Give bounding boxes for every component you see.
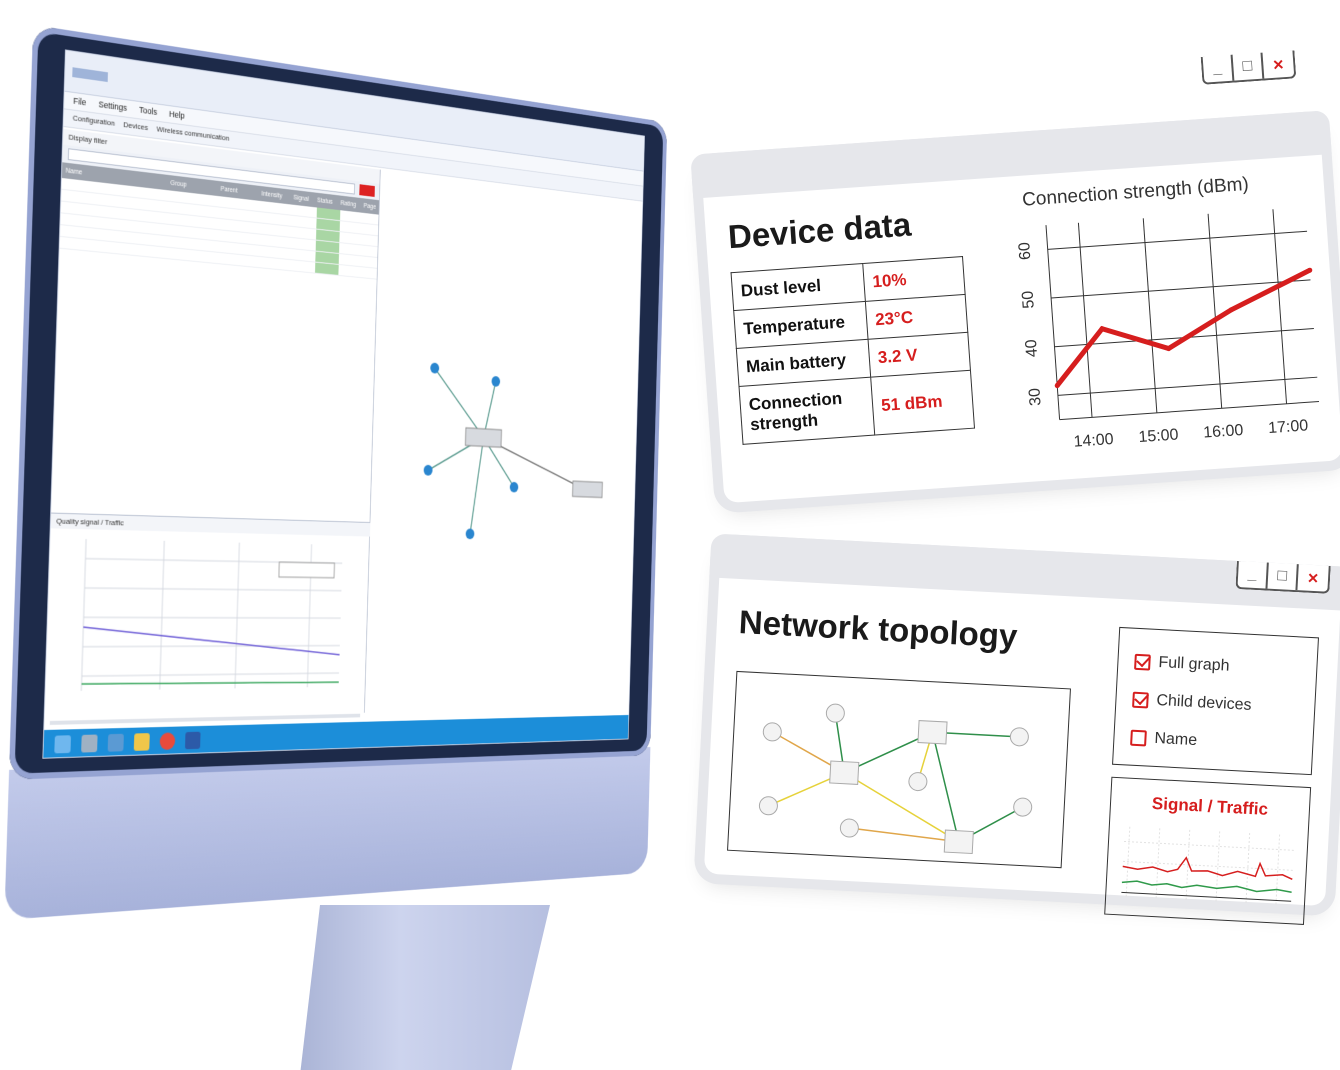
y-axis bbox=[1045, 225, 1061, 420]
topology-gateway-node[interactable] bbox=[465, 428, 501, 448]
device-data-window: _ □ × Device data Dust level 10% Tempera… bbox=[690, 50, 1340, 504]
option-label: Child devices bbox=[1156, 691, 1252, 714]
grid-line-vertical bbox=[1077, 222, 1093, 418]
topology-diagram bbox=[727, 670, 1071, 869]
app-quick-icons[interactable] bbox=[72, 66, 108, 82]
topology-sensor-node[interactable] bbox=[825, 703, 845, 723]
topology-graph bbox=[423, 362, 644, 540]
taskbar-app-icon[interactable] bbox=[107, 733, 124, 752]
folder-icon[interactable] bbox=[133, 733, 150, 751]
y-tick-label: 30 bbox=[1026, 387, 1044, 406]
menu-help[interactable]: Help bbox=[169, 109, 185, 122]
maximize-icon[interactable]: □ bbox=[1267, 562, 1299, 591]
network-topology-window: _ □ × Network topology Full graph Child … bbox=[703, 533, 1340, 925]
close-icon[interactable]: × bbox=[1262, 50, 1294, 78]
topology-sensor-node[interactable] bbox=[908, 772, 928, 792]
x-tick-label: 15:00 bbox=[1138, 426, 1179, 446]
topology-node[interactable] bbox=[423, 464, 433, 476]
grid-header-status[interactable]: Status bbox=[317, 197, 341, 206]
topology-sensor-node[interactable] bbox=[1013, 797, 1033, 817]
grid-line-horizontal bbox=[1057, 376, 1318, 396]
browser-icon[interactable] bbox=[159, 732, 176, 751]
signal-traffic-sparkline bbox=[1121, 826, 1294, 905]
x-tick-label: 16:00 bbox=[1203, 422, 1244, 442]
checkbox-icon[interactable] bbox=[1134, 653, 1151, 671]
x-tick-label: 17:00 bbox=[1268, 417, 1309, 437]
x-axis bbox=[1059, 401, 1320, 421]
grid-header-rating[interactable]: Rating bbox=[340, 200, 363, 209]
grid-header-group[interactable]: Group bbox=[170, 180, 220, 193]
y-tick-label: 40 bbox=[1023, 339, 1041, 358]
topology-hub-node[interactable] bbox=[829, 760, 860, 785]
menu-file[interactable]: File bbox=[73, 96, 86, 108]
topology-node[interactable] bbox=[509, 481, 519, 493]
topology-router-node[interactable] bbox=[572, 481, 602, 498]
device-data-table: Dust level 10% Temperature 23°C Main bat… bbox=[731, 256, 976, 445]
grid-line-vertical bbox=[1207, 213, 1223, 409]
taskbar-app-icon[interactable] bbox=[81, 734, 98, 753]
maximize-icon[interactable]: □ bbox=[1232, 52, 1265, 81]
topology-sensor-node[interactable] bbox=[758, 796, 778, 816]
signal-chart-pane: Quality signal / Traffic bbox=[44, 512, 371, 711]
topology-node[interactable] bbox=[465, 528, 475, 540]
topology-hub-node[interactable] bbox=[917, 720, 948, 745]
window-controls: _ □ × bbox=[1235, 560, 1331, 594]
topology-sensor-node[interactable] bbox=[839, 818, 859, 838]
topology-diagram-svg bbox=[758, 703, 1033, 855]
x-tick-label: 14:00 bbox=[1073, 431, 1114, 451]
signal-traffic-box: Signal / Traffic bbox=[1104, 776, 1312, 925]
topology-sensor-node[interactable] bbox=[762, 722, 782, 742]
topology-node[interactable] bbox=[491, 375, 501, 387]
search-go-button[interactable] bbox=[359, 184, 375, 197]
signal-chart-plot bbox=[45, 528, 370, 706]
y-tick-label: 50 bbox=[1020, 290, 1038, 309]
checkbox-icon[interactable] bbox=[1132, 691, 1149, 709]
toolbar-configuration[interactable]: Configuration bbox=[73, 113, 115, 129]
option-name[interactable]: Name bbox=[1129, 719, 1297, 766]
device-data-title: Device data bbox=[726, 205, 913, 256]
topology-view-pane bbox=[365, 170, 644, 713]
option-label: Name bbox=[1154, 729, 1198, 750]
menu-settings[interactable]: Settings bbox=[98, 99, 127, 114]
toolbar-devices[interactable]: Devices bbox=[123, 120, 148, 134]
topology-options: Full graph Child devices Name bbox=[1112, 626, 1319, 776]
grid-line-vertical bbox=[1272, 209, 1288, 404]
grid-header-intensity[interactable]: Intensity bbox=[261, 190, 293, 200]
monitor: File Settings Tools Help Configuration D… bbox=[0, 2, 674, 961]
device-list-pane: Display filter Name Group Parent Intensi… bbox=[44, 128, 381, 745]
series-line bbox=[1055, 267, 1311, 388]
y-tick-label: 60 bbox=[1016, 241, 1034, 260]
taskbar-app-icon[interactable] bbox=[184, 731, 201, 750]
minimize-icon[interactable]: _ bbox=[1237, 561, 1269, 589]
minimize-icon[interactable]: _ bbox=[1202, 54, 1235, 83]
connection-chart: 14:00 15:00 16:00 17:00 30 40 50 60 bbox=[1016, 209, 1320, 451]
grid-line-vertical bbox=[1142, 218, 1158, 413]
network-topology-title: Network topology bbox=[738, 603, 1019, 655]
monitor-screen: File Settings Tools Help Configuration D… bbox=[42, 49, 645, 759]
close-icon[interactable]: × bbox=[1297, 564, 1328, 592]
stage: File Settings Tools Help Configuration D… bbox=[0, 0, 1340, 1070]
grid-header-signal[interactable]: Signal bbox=[293, 194, 317, 203]
grid-line-horizontal bbox=[1047, 230, 1308, 250]
option-label: Full graph bbox=[1158, 654, 1230, 675]
start-icon[interactable] bbox=[54, 735, 72, 754]
checkbox-icon[interactable] bbox=[1130, 729, 1147, 747]
grid-header-parent[interactable]: Parent bbox=[220, 185, 261, 196]
topology-hub-node[interactable] bbox=[943, 829, 974, 855]
topology-sensor-node[interactable] bbox=[1009, 727, 1029, 747]
window-controls: _ □ × bbox=[1200, 50, 1297, 85]
row-value: 51 dBm bbox=[870, 370, 975, 436]
menu-tools[interactable]: Tools bbox=[139, 105, 157, 118]
row-label: Connection strength bbox=[739, 377, 875, 445]
